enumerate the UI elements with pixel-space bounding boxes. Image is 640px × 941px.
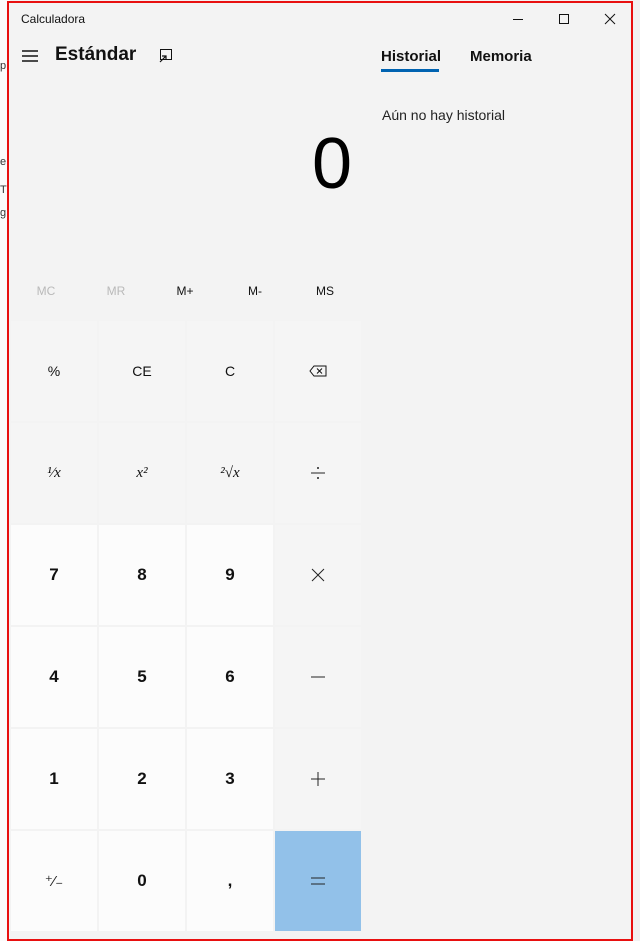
- title-bar[interactable]: Calculadora: [9, 3, 631, 35]
- calculator-mode-title: Estándar: [55, 44, 137, 65]
- key-label: x²: [136, 464, 148, 481]
- memory-add-button[interactable]: M+: [150, 284, 220, 298]
- minimize-icon: [513, 19, 523, 20]
- key-label: ,: [227, 871, 233, 890]
- subtract-button[interactable]: [275, 627, 361, 727]
- digit-7-button[interactable]: 7: [11, 525, 97, 625]
- key-label: 6: [225, 667, 235, 686]
- tab-history[interactable]: Historial: [381, 48, 441, 65]
- navigation-menu-button[interactable]: [21, 46, 41, 66]
- window-title: Calculadora: [21, 12, 86, 26]
- digit-8-button[interactable]: 8: [99, 525, 185, 625]
- key-label: ²√x: [220, 464, 240, 481]
- digit-4-button[interactable]: 4: [11, 627, 97, 727]
- close-button[interactable]: [587, 3, 633, 35]
- key-label: 7: [49, 565, 59, 584]
- key-label: 4: [49, 667, 59, 686]
- keep-on-top-button[interactable]: [157, 47, 175, 65]
- tab-memory[interactable]: Memoria: [470, 48, 532, 65]
- equals-button[interactable]: [275, 831, 361, 931]
- calculator-window: Calculadora Estándar Historial Memoria A…: [7, 1, 633, 941]
- percent-button[interactable]: %: [11, 321, 97, 421]
- minus-icon: [311, 676, 325, 678]
- minimize-button[interactable]: [495, 3, 541, 35]
- clear-entry-button[interactable]: CE: [99, 321, 185, 421]
- digit-9-button[interactable]: 9: [187, 525, 273, 625]
- active-tab-indicator: [381, 69, 439, 72]
- digit-5-button[interactable]: 5: [99, 627, 185, 727]
- plus-icon: [311, 772, 325, 786]
- digit-3-button[interactable]: 3: [187, 729, 273, 829]
- maximize-icon: [559, 14, 569, 24]
- key-label: 2: [137, 769, 147, 788]
- digit-6-button[interactable]: 6: [187, 627, 273, 727]
- multiply-icon: [311, 568, 325, 582]
- divide-icon: [311, 467, 325, 479]
- key-label: 3: [225, 769, 235, 788]
- backspace-button[interactable]: [275, 321, 361, 421]
- key-label: 1: [49, 769, 59, 788]
- key-label: 5: [137, 667, 147, 686]
- clear-button[interactable]: C: [187, 321, 273, 421]
- digit-1-button[interactable]: 1: [11, 729, 97, 829]
- digit-2-button[interactable]: 2: [99, 729, 185, 829]
- key-label: 0: [137, 871, 147, 890]
- decimal-separator-button[interactable]: ,: [187, 831, 273, 931]
- multiply-button[interactable]: [275, 525, 361, 625]
- hamburger-icon: [22, 50, 38, 62]
- history-empty-message: Aún no hay historial: [382, 107, 505, 123]
- backspace-icon: [309, 365, 327, 377]
- square-root-button[interactable]: ²√x: [187, 423, 273, 523]
- divide-button[interactable]: [275, 423, 361, 523]
- key-label: %: [47, 363, 61, 379]
- key-label: CE: [132, 363, 152, 379]
- reciprocal-button[interactable]: ¹⁄x: [11, 423, 97, 523]
- key-label: ¹⁄x: [47, 464, 61, 481]
- key-label: 9: [225, 565, 235, 584]
- key-label: ⁺⁄₋: [44, 873, 64, 890]
- memory-store-button[interactable]: MS: [290, 284, 360, 298]
- memory-recall-button[interactable]: MR: [81, 284, 151, 298]
- memory-subtract-button[interactable]: M-: [220, 284, 290, 298]
- equals-icon: [311, 877, 325, 885]
- square-button[interactable]: x²: [99, 423, 185, 523]
- maximize-button[interactable]: [541, 3, 587, 35]
- keep-on-top-icon: [159, 49, 172, 63]
- key-label: C: [224, 363, 236, 379]
- digit-0-button[interactable]: 0: [99, 831, 185, 931]
- add-button[interactable]: [275, 729, 361, 829]
- close-icon: [604, 13, 616, 25]
- result-display: 0: [311, 124, 353, 204]
- key-label: 8: [137, 565, 147, 584]
- memory-clear-button[interactable]: MC: [11, 284, 81, 298]
- negate-button[interactable]: ⁺⁄₋: [11, 831, 97, 931]
